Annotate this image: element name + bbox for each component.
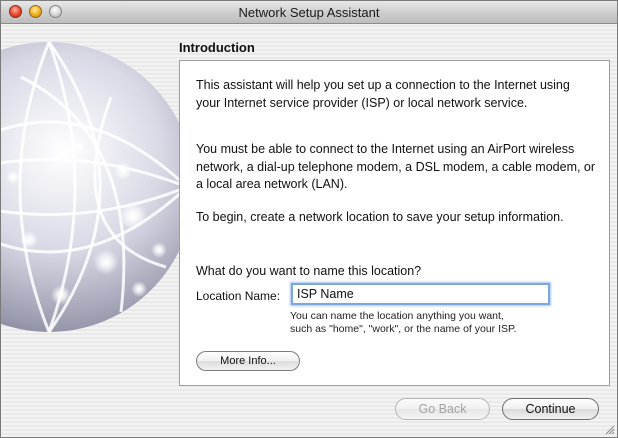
network-globe-icon (1, 41, 179, 333)
location-hint-line: such as "home", "work", or the name of y… (290, 323, 517, 335)
section-title: Introduction (179, 40, 255, 55)
location-name-input[interactable] (291, 283, 550, 305)
continue-button[interactable]: Continue (502, 398, 599, 420)
location-hint-line: You can name the location anything you w… (290, 310, 504, 322)
assistant-window: Network Setup Assistant Introduction Thi… (0, 0, 618, 438)
window-title: Network Setup Assistant (238, 5, 380, 20)
intro-paragraph: This assistant will help you set up a co… (196, 78, 570, 110)
requirements-paragraph: You must be able to connect to the Inter… (196, 142, 596, 191)
begin-paragraph: To begin, create a network location to s… (196, 210, 564, 224)
resize-grip-icon[interactable] (604, 424, 615, 435)
content-panel: This assistant will help you set up a co… (179, 60, 610, 386)
more-info-button[interactable]: More Info... (196, 351, 300, 371)
title-bar[interactable]: Network Setup Assistant (1, 1, 617, 24)
location-hint: You can name the location anything you w… (290, 310, 590, 336)
go-back-button[interactable]: Go Back (395, 398, 490, 420)
location-question: What do you want to name this location? (196, 264, 422, 278)
location-name-label: Location Name: (196, 289, 281, 303)
